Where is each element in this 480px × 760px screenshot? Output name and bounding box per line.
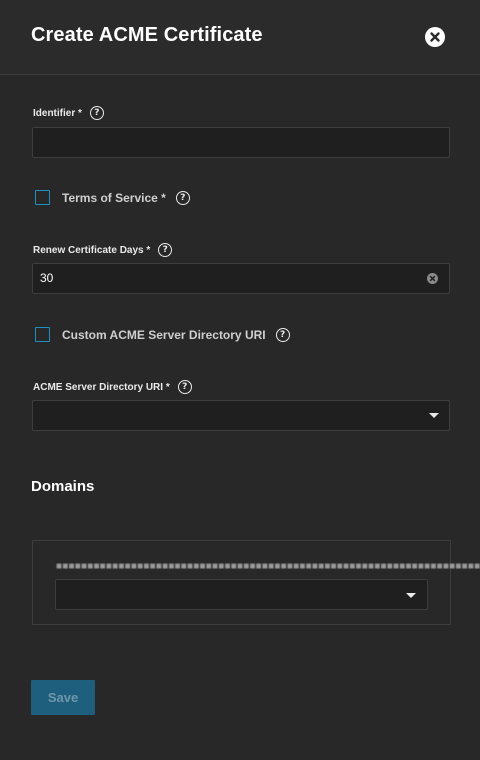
- terms-of-service-row: Terms of Service * ?: [35, 190, 190, 205]
- acme-uri-select[interactable]: [32, 400, 450, 431]
- clear-icon[interactable]: [427, 273, 438, 284]
- custom-acme-uri-row: Custom ACME Server Directory URI ?: [35, 327, 290, 342]
- help-icon[interactable]: ?: [158, 243, 173, 257]
- help-icon[interactable]: ?: [89, 106, 104, 120]
- terms-of-service-checkbox[interactable]: [35, 190, 50, 205]
- close-icon[interactable]: [425, 27, 445, 47]
- domain-select[interactable]: [55, 579, 428, 610]
- renew-days-value: 30: [40, 271, 54, 285]
- renew-days-label-row: Renew Certificate Days * ?: [33, 243, 173, 257]
- domain-label-redacted: ■■■■■■■■■■■■■■■■■■■■■■■■■■■■■■■■■■■■■■■■…: [56, 561, 480, 572]
- identifier-label: Identifier *: [33, 107, 82, 119]
- custom-acme-uri-checkbox[interactable]: [35, 327, 50, 342]
- renew-days-label: Renew Certificate Days *: [33, 244, 151, 256]
- help-icon[interactable]: ?: [275, 327, 290, 342]
- domains-section-title: Domains: [31, 478, 95, 495]
- caret-down-icon[interactable]: [429, 413, 439, 418]
- help-icon[interactable]: ?: [175, 190, 190, 205]
- acme-uri-label: ACME Server Directory URI *: [33, 381, 170, 393]
- help-icon[interactable]: ?: [177, 380, 192, 394]
- identifier-input[interactable]: [32, 127, 450, 158]
- dialog-title: Create ACME Certificate: [31, 24, 263, 46]
- caret-down-icon[interactable]: [406, 593, 416, 598]
- renew-days-input[interactable]: [32, 263, 450, 294]
- identifier-label-row: Identifier * ?: [33, 106, 104, 120]
- terms-of-service-label[interactable]: Terms of Service *: [62, 191, 166, 205]
- save-button[interactable]: Save: [31, 680, 95, 715]
- custom-acme-uri-label[interactable]: Custom ACME Server Directory URI: [62, 328, 266, 342]
- dialog-header: Create ACME Certificate: [0, 0, 480, 75]
- acme-uri-label-row: ACME Server Directory URI * ?: [33, 380, 192, 394]
